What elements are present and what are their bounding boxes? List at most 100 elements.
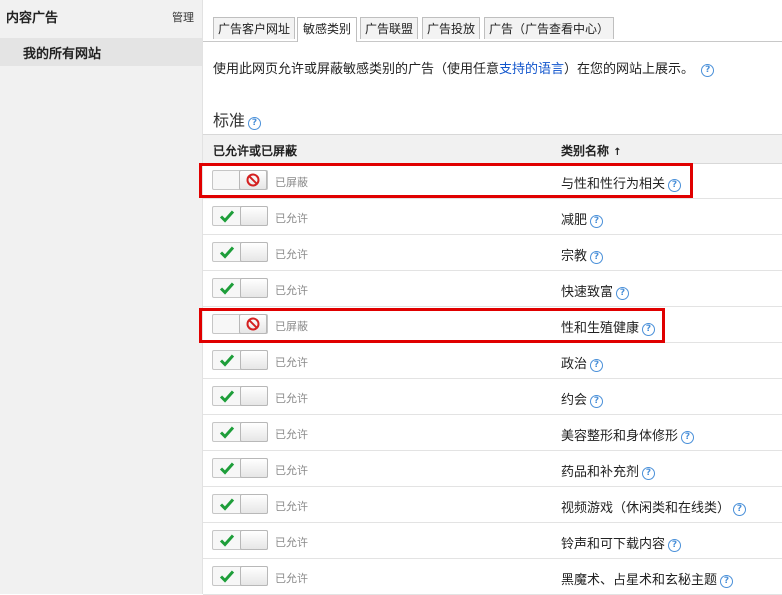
toggle-knob	[240, 458, 268, 478]
column-header-category[interactable]: 类别名称 ↑	[561, 142, 622, 159]
category-label: 宗教	[561, 249, 588, 264]
allow-block-toggle[interactable]	[212, 242, 268, 262]
category-label: 约会	[561, 393, 588, 408]
help-icon[interactable]: ?	[668, 539, 682, 552]
help-icon[interactable]: ?	[733, 503, 747, 516]
toggle-knob	[239, 314, 267, 334]
toggle-knob	[240, 278, 268, 298]
toggle-knob	[240, 206, 268, 226]
category-label: 黑魔术、占星术和玄秘主题	[561, 573, 718, 588]
help-icon[interactable]: ?	[642, 467, 656, 480]
checkmark-icon	[219, 354, 235, 367]
main-content: 广告客户网址 敏感类别 广告联盟 广告投放 广告（广告查看中心） 使用此网页允许…	[203, 0, 782, 595]
toggle-knob	[240, 386, 268, 406]
allow-block-toggle[interactable]	[212, 386, 268, 406]
category-name: 视频游戏（休闲类和在线类）?	[561, 497, 747, 516]
tab-bar: 广告客户网址 敏感类别 广告联盟 广告投放 广告（广告查看中心）	[203, 17, 782, 42]
help-icon[interactable]: ?	[590, 251, 604, 264]
tab-sensitive-categories[interactable]: 敏感类别	[297, 17, 357, 42]
category-label: 药品和补充剂	[561, 465, 640, 480]
section-title: 标准?	[213, 107, 262, 131]
sidebar-title: 内容广告	[6, 11, 59, 26]
supported-languages-link[interactable]: 支持的语言	[499, 62, 564, 77]
toggle-knob	[240, 494, 268, 514]
status-label: 已允许	[275, 572, 308, 585]
status-label: 已允许	[275, 536, 308, 549]
category-name: 性和生殖健康?	[561, 317, 656, 336]
category-label: 与性和性行为相关	[561, 177, 666, 192]
category-name: 黑魔术、占星术和玄秘主题?	[561, 569, 734, 588]
status-label: 已允许	[275, 356, 308, 369]
description-text-before: 使用此网页允许或屏蔽敏感类别的广告（使用任意	[213, 62, 500, 77]
table-row: 已允许 黑魔术、占星术和玄秘主题?	[203, 559, 782, 595]
allow-block-toggle[interactable]	[212, 458, 268, 478]
checkmark-icon	[219, 426, 235, 439]
allow-block-toggle[interactable]	[212, 566, 268, 586]
category-name: 与性和性行为相关?	[561, 173, 682, 192]
blocked-icon	[246, 317, 260, 331]
allow-block-toggle[interactable]	[212, 314, 268, 334]
table-row: 已允许 减肥?	[203, 199, 782, 235]
blocked-icon	[246, 173, 260, 187]
allow-block-toggle[interactable]	[212, 170, 268, 190]
tab-ad-review-center[interactable]: 广告（广告查看中心）	[484, 17, 614, 39]
category-table: 已屏蔽 与性和性行为相关? 已允许 减肥? 已允许 宗教? 已允许 快速致富? 已屏蔽 性和生殖健…	[203, 163, 782, 595]
help-icon[interactable]: ?	[616, 287, 630, 300]
status-label: 已允许	[275, 500, 308, 513]
allow-block-toggle[interactable]	[212, 494, 268, 514]
category-label: 政治	[561, 357, 588, 372]
category-name: 美容整形和身体修形?	[561, 425, 695, 444]
help-icon[interactable]: ?	[642, 323, 656, 336]
sort-arrow-icon: ↑	[613, 147, 622, 158]
checkmark-icon	[219, 534, 235, 547]
category-label: 视频游戏（休闲类和在线类）	[561, 501, 731, 516]
sidebar-item-all-sites[interactable]: 我的所有网站	[0, 38, 202, 66]
category-name: 宗教?	[561, 245, 604, 264]
allow-block-toggle[interactable]	[212, 422, 268, 442]
toggle-knob	[239, 170, 267, 190]
table-row: 已允许 美容整形和身体修形?	[203, 415, 782, 451]
category-name: 政治?	[561, 353, 604, 372]
tab-advertiser-urls[interactable]: 广告客户网址	[213, 17, 295, 39]
allow-block-toggle[interactable]	[212, 278, 268, 298]
help-icon[interactable]: ?	[590, 359, 604, 372]
checkmark-icon	[219, 246, 235, 259]
category-name: 铃声和可下载内容?	[561, 533, 682, 552]
table-row: 已屏蔽 性和生殖健康?	[203, 307, 782, 343]
checkmark-icon	[219, 462, 235, 475]
category-name: 减肥?	[561, 209, 604, 228]
category-name: 药品和补充剂?	[561, 461, 656, 480]
status-label: 已屏蔽	[275, 176, 308, 189]
sidebar-header: 内容广告 管理	[0, 0, 202, 32]
toggle-knob	[240, 566, 268, 586]
table-row: 已屏蔽 与性和性行为相关?	[203, 163, 782, 199]
toggle-knob	[240, 422, 268, 442]
help-icon[interactable]: ?	[248, 117, 262, 130]
table-row: 已允许 宗教?	[203, 235, 782, 271]
manage-link[interactable]: 管理	[172, 9, 194, 25]
sidebar-item-label: 我的所有网站	[23, 47, 102, 62]
status-label: 已允许	[275, 248, 308, 261]
help-icon[interactable]: ?	[701, 64, 715, 77]
help-icon[interactable]: ?	[590, 215, 604, 228]
checkmark-icon	[219, 570, 235, 583]
status-label: 已允许	[275, 284, 308, 297]
checkmark-icon	[219, 210, 235, 223]
column-header-category-label: 类别名称	[561, 144, 610, 158]
help-icon[interactable]: ?	[590, 395, 604, 408]
checkmark-icon	[219, 390, 235, 403]
help-icon[interactable]: ?	[668, 179, 682, 192]
section-title-label: 标准	[213, 111, 246, 130]
status-label: 已允许	[275, 428, 308, 441]
allow-block-toggle[interactable]	[212, 530, 268, 550]
toggle-knob	[240, 242, 268, 262]
category-label: 美容整形和身体修形	[561, 429, 679, 444]
help-icon[interactable]: ?	[681, 431, 695, 444]
tab-ad-networks[interactable]: 广告联盟	[360, 17, 418, 39]
help-icon[interactable]: ?	[720, 575, 734, 588]
table-row: 已允许 政治?	[203, 343, 782, 379]
tab-ad-serving[interactable]: 广告投放	[422, 17, 480, 39]
checkmark-icon	[219, 498, 235, 511]
allow-block-toggle[interactable]	[212, 206, 268, 226]
allow-block-toggle[interactable]	[212, 350, 268, 370]
